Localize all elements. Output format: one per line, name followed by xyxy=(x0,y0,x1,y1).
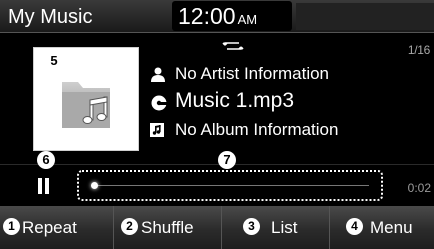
header-status-area xyxy=(296,3,434,30)
repeat-icon xyxy=(222,42,244,50)
menu-label: Menu xyxy=(370,218,413,237)
progress-bar[interactable] xyxy=(77,170,383,201)
repeat-button[interactable]: 1 Repeat xyxy=(0,206,114,249)
music-player-screen: My Music 12:00 AM 5 1/16 No Artist Infor… xyxy=(0,0,434,249)
button-number-4: 4 xyxy=(346,218,363,235)
elapsed-time: 0:02 xyxy=(407,181,431,195)
callout-6: 6 xyxy=(37,151,55,169)
clock-ampm: AM xyxy=(237,12,258,27)
pause-button[interactable] xyxy=(38,178,50,194)
pause-icon xyxy=(38,178,42,194)
screen-title: My Music xyxy=(8,6,93,28)
button-number-2: 2 xyxy=(121,218,138,235)
album-name: No Album Information xyxy=(175,120,339,139)
progress-section: 0:02 xyxy=(0,164,434,205)
progress-track[interactable] xyxy=(90,182,369,189)
now-playing-panel: 5 1/16 No Artist Information Music 1.mp3 xyxy=(0,34,434,164)
list-label: List xyxy=(271,218,298,237)
callout-5: 5 xyxy=(45,52,63,70)
callout-7: 7 xyxy=(218,151,236,169)
footer-buttons: 1 Repeat 2 Shuffle 3 List 4 Menu xyxy=(0,206,434,249)
menu-button[interactable]: 4 Menu xyxy=(330,206,434,249)
repeat-label: Repeat xyxy=(22,218,77,237)
person-icon xyxy=(151,67,165,82)
song-title: Music 1.mp3 xyxy=(175,89,295,112)
clock-time: 12:00 xyxy=(178,3,236,29)
clock: 12:00 AM xyxy=(172,1,292,31)
disc-icon xyxy=(151,95,167,111)
button-number-1: 1 xyxy=(3,218,20,235)
pause-icon-bar xyxy=(45,178,49,194)
list-button[interactable]: 3 List xyxy=(222,206,330,249)
album-icon xyxy=(150,123,164,137)
artist-name: No Artist Information xyxy=(175,64,330,83)
shuffle-label: Shuffle xyxy=(141,218,194,237)
track-position: 1/16 xyxy=(407,43,430,57)
header-bar: My Music 12:00 AM xyxy=(0,0,434,33)
progress-knob[interactable] xyxy=(90,182,98,189)
button-number-3: 3 xyxy=(243,218,260,235)
shuffle-button[interactable]: 2 Shuffle xyxy=(114,206,222,249)
